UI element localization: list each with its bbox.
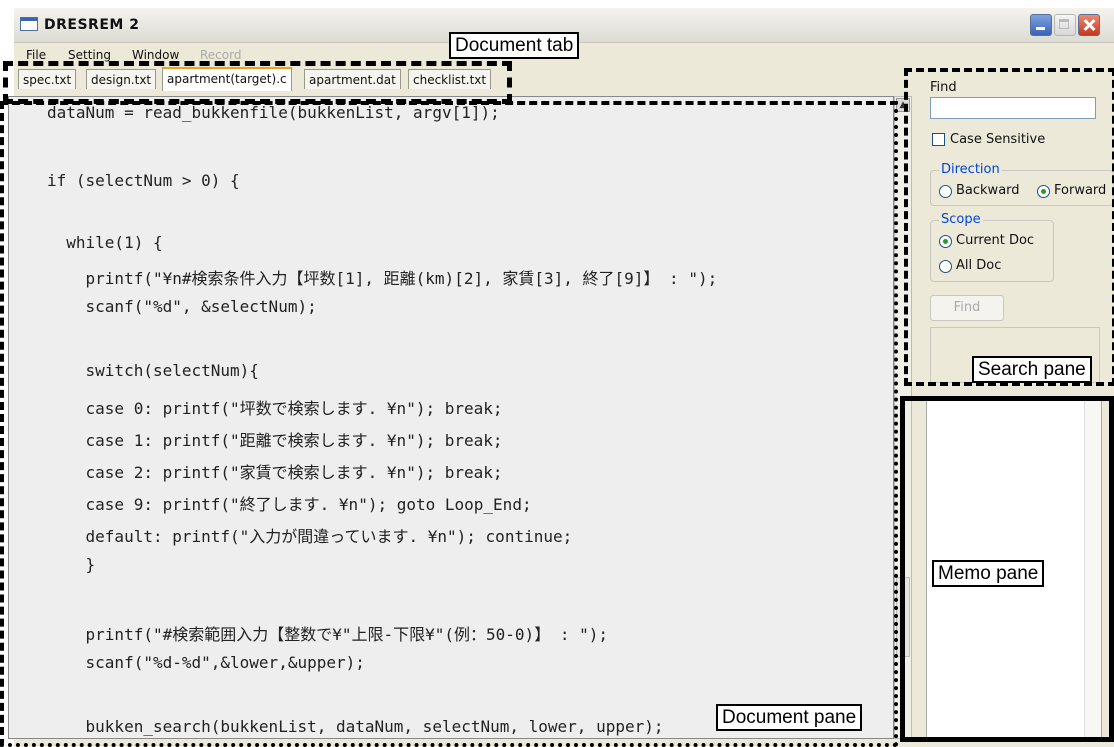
direction-title: Direction <box>939 162 1002 177</box>
direction-backward-label: Backward <box>956 183 1020 198</box>
minimize-button[interactable] <box>1030 14 1052 36</box>
scope-group: Scope Current Doc All Doc <box>930 212 1054 282</box>
maximize-button[interactable] <box>1054 14 1076 36</box>
tab-apartment-dat[interactable]: apartment.dat <box>304 69 401 89</box>
code-line: printf("¥n#検索条件入力【坪数[1], 距離(km)[2], 家賃[3… <box>47 269 718 288</box>
direction-group: Direction Backward Forward <box>930 162 1114 206</box>
tab-checklist[interactable]: checklist.txt <box>408 69 492 89</box>
code-line: bukken_search(bukkenList, dataNum, selec… <box>47 717 664 736</box>
case-sensitive-label: Case Sensitive <box>950 132 1046 147</box>
code-line: scanf("%d-%d",&lower,&upper); <box>47 653 365 672</box>
search-pane: Find Case Sensitive Direction Backward F… <box>916 70 1114 388</box>
menu-setting[interactable]: Setting <box>68 48 111 62</box>
scroll-thumb[interactable] <box>896 577 910 657</box>
document-pane[interactable]: dataNum = read_bukkenfile(bukkenList, ar… <box>8 96 894 739</box>
memo-pane-callout: Memo pane <box>932 560 1045 587</box>
code-line: switch(selectNum){ <box>47 361 259 380</box>
scope-all-radio[interactable] <box>939 260 952 273</box>
scope-current-label: Current Doc <box>956 233 1035 248</box>
code-line: case 0: printf("坪数で検索します. ¥n"); break; <box>47 399 503 418</box>
code-line: } <box>47 555 96 574</box>
search-pane-callout: Search pane <box>972 356 1092 383</box>
app-window-icon <box>20 17 38 31</box>
tab-design[interactable]: design.txt <box>86 69 157 89</box>
direction-forward-radio[interactable] <box>1037 185 1050 198</box>
document-scrollbar[interactable]: ▲ <box>894 96 912 739</box>
find-input[interactable] <box>930 97 1096 119</box>
code-line: default: printf("入力が間違っています. ¥n"); conti… <box>47 527 573 546</box>
memo-scrollbar[interactable] <box>1084 397 1101 738</box>
window-title: DRESREM 2 <box>44 17 140 33</box>
tab-spec[interactable]: spec.txt <box>18 69 77 89</box>
code-line: case 1: printf("距離で検索します. ¥n"); break; <box>47 431 503 450</box>
find-label: Find <box>930 80 957 95</box>
scope-title: Scope <box>939 212 983 227</box>
menu-window[interactable]: Window <box>132 48 179 62</box>
code-line: case 9: printf("終了します. ¥n"); goto Loop_E… <box>47 495 532 514</box>
code-line: dataNum = read_bukkenfile(bukkenList, ar… <box>47 103 500 122</box>
direction-forward-label: Forward <box>1054 183 1107 198</box>
document-tab-callout: Document tab <box>449 32 580 59</box>
menu-record: Record <box>200 48 242 62</box>
code-line: if (selectNum > 0) { <box>47 171 240 190</box>
tab-apartment-target[interactable]: apartment(target).c <box>162 67 292 91</box>
code-line: while(1) { <box>47 233 163 252</box>
find-button[interactable]: Find <box>930 295 1004 321</box>
menu-file[interactable]: File <box>26 48 46 62</box>
direction-backward-radio[interactable] <box>939 185 952 198</box>
scroll-up-arrow-icon[interactable]: ▲ <box>896 98 910 112</box>
close-button[interactable] <box>1078 14 1100 36</box>
case-sensitive-checkbox[interactable] <box>932 133 945 146</box>
code-line: scanf("%d", &selectNum); <box>47 297 317 316</box>
scope-all-label: All Doc <box>956 258 1002 273</box>
code-line: case 2: printf("家賃で検索します. ¥n"); break; <box>47 463 503 482</box>
code-line: printf("#検索範囲入力【整数で¥"上限-下限¥"(例：50-0)】 : … <box>47 625 608 644</box>
document-pane-callout: Document pane <box>716 704 863 731</box>
scope-current-radio[interactable] <box>939 235 952 248</box>
